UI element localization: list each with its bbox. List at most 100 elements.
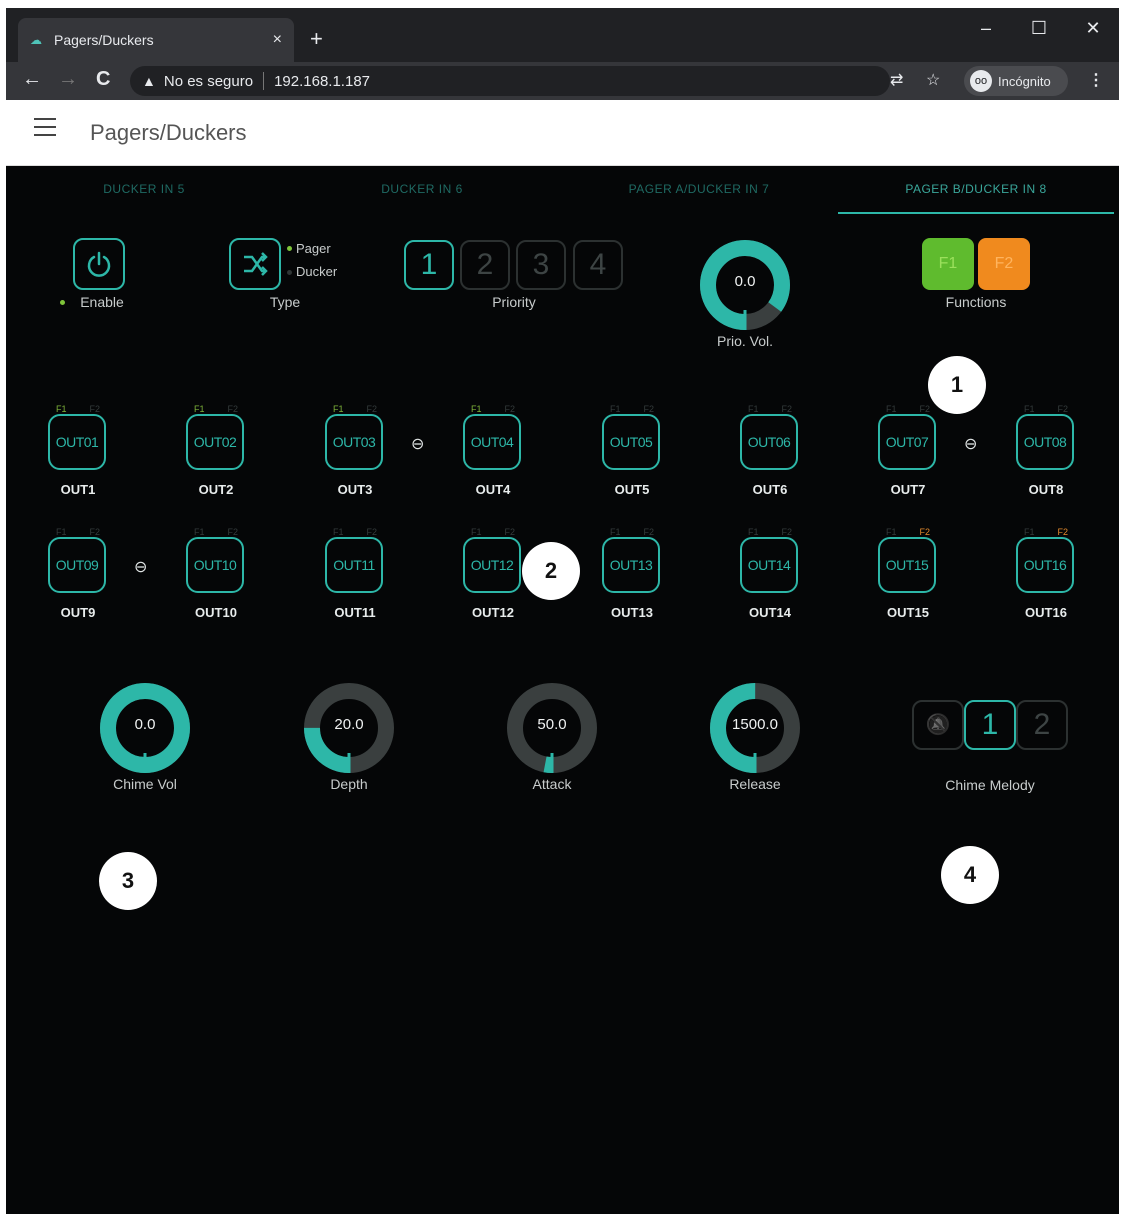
priority-1-button[interactable]: 1 (404, 240, 454, 290)
out9-label: OUT9 (60, 605, 96, 620)
tab-pager-b-ducker-in-8[interactable]: PAGER B/DUCKER IN 8 (838, 182, 1114, 196)
out8-label: OUT8 (1028, 482, 1064, 497)
tab-ducker-in-5[interactable]: DUCKER IN 5 (6, 182, 282, 196)
f1-button[interactable]: F1 (922, 238, 974, 290)
out11-button[interactable]: OUT11 (325, 537, 383, 593)
security-status: No es seguro (163, 72, 254, 90)
bell-off-icon: 🔕 (925, 714, 951, 736)
prio-vol-value: 0.0 (734, 273, 756, 290)
out1-button[interactable]: OUT01 (48, 414, 106, 470)
out8-f1-flag: F1 (1024, 404, 1035, 414)
out14-button[interactable]: OUT14 (740, 537, 798, 593)
url-text: 192.168.1.187 (274, 72, 371, 90)
priority-3-button[interactable]: 3 (516, 240, 566, 290)
type-label: Type (269, 294, 301, 310)
out11-f2-flag: F2 (366, 527, 377, 537)
out3-f1-flag: F1 (333, 404, 344, 414)
out16-f1-flag: F1 (1024, 527, 1035, 537)
out7-f2-flag: F2 (919, 404, 930, 414)
omnibox-divider (263, 72, 265, 90)
out9-button[interactable]: OUT09 (48, 537, 106, 593)
out9-f1-flag: F1 (56, 527, 67, 537)
tab-bar: DUCKER IN 5 DUCKER IN 6 PAGER A/DUCKER I… (6, 166, 1119, 216)
reload-button[interactable]: C (96, 68, 110, 91)
ducker-indicator-dot (287, 270, 292, 275)
out15-button[interactable]: OUT15 (878, 537, 936, 593)
prio-vol-knob[interactable]: 0.0 (698, 238, 792, 332)
tab-ducker-in-6[interactable]: DUCKER IN 6 (284, 182, 560, 196)
chime-vol-knob[interactable]: 0.0 Chime Vol (98, 681, 192, 792)
out16-label: OUT16 (1025, 605, 1067, 620)
chime-mute-button[interactable]: 🔕 (912, 700, 964, 750)
back-button[interactable]: ← (22, 68, 42, 91)
out4-label: OUT4 (475, 482, 511, 497)
chime-melody-1-button[interactable]: 1 (964, 700, 1016, 750)
browser-toolbar: ← → C ▲ No es seguro 192.168.1.187 ⇄ ☆ o… (6, 62, 1119, 100)
out10-button[interactable]: OUT10 (186, 537, 244, 593)
close-window-button[interactable]: ✕ (1078, 18, 1108, 39)
release-knob[interactable]: 1500.0 Release (708, 681, 802, 792)
out15-label: OUT15 (887, 605, 929, 620)
hamburger-menu-icon[interactable] (34, 118, 56, 136)
out14-f1-flag: F1 (748, 527, 759, 537)
tab-pager-a-ducker-in-7[interactable]: PAGER A/DUCKER IN 7 (561, 182, 837, 196)
out3-button[interactable]: OUT03 (325, 414, 383, 470)
pager-indicator-dot (287, 246, 292, 251)
out11-f1-flag: F1 (333, 527, 344, 537)
out5-button[interactable]: OUT05 (602, 414, 660, 470)
type-option-pager[interactable]: Pager (296, 241, 331, 256)
type-button[interactable] (229, 238, 281, 290)
tab-favicon-icon: ☁ (30, 33, 42, 47)
out4-button[interactable]: OUT04 (463, 414, 521, 470)
chime-melody-label: Chime Melody (945, 777, 1035, 793)
out3-f2-flag: F2 (366, 404, 377, 414)
out8-f2-flag: F2 (1057, 404, 1068, 414)
new-tab-button[interactable]: + (310, 26, 323, 52)
out15-f1-flag: F1 (886, 527, 897, 537)
out7-button[interactable]: OUT07 (878, 414, 936, 470)
chime-vol-label: Chime Vol (113, 776, 177, 792)
out10-label: OUT10 (195, 605, 237, 620)
depth-label: Depth (330, 776, 368, 792)
out13-button[interactable]: OUT13 (602, 537, 660, 593)
out8-button[interactable]: OUT08 (1016, 414, 1074, 470)
enable-button[interactable] (73, 238, 125, 290)
app-header: Pagers/Duckers (6, 100, 1119, 166)
bookmark-star-icon[interactable]: ☆ (926, 70, 940, 90)
incognito-badge[interactable]: oo Incógnito (964, 66, 1068, 96)
type-option-ducker[interactable]: Ducker (296, 264, 337, 279)
warning-icon: ▲ (142, 73, 156, 89)
priority-2-button[interactable]: 2 (460, 240, 510, 290)
link-out9-out10-icon[interactable]: ⊖ (134, 557, 147, 577)
active-tab-indicator (838, 212, 1114, 214)
link-out7-out8-icon[interactable]: ⊖ (964, 434, 977, 454)
priority-4-button[interactable]: 4 (573, 240, 623, 290)
out2-button[interactable]: OUT02 (186, 414, 244, 470)
attack-label: Attack (532, 776, 572, 792)
attack-knob[interactable]: 50.0 Attack (505, 681, 599, 792)
out6-button[interactable]: OUT06 (740, 414, 798, 470)
enable-label: Enable (80, 294, 124, 310)
forward-button[interactable]: → (58, 68, 78, 91)
out12-button[interactable]: OUT12 (463, 537, 521, 593)
prio-vol-label: Prio. Vol. (716, 333, 774, 349)
minimize-button[interactable]: – (971, 18, 1001, 39)
f2-button[interactable]: F2 (978, 238, 1030, 290)
link-out3-out4-icon[interactable]: ⊖ (411, 434, 424, 454)
out1-label: OUT1 (60, 482, 96, 497)
out6-label: OUT6 (752, 482, 788, 497)
chime-melody-2-button[interactable]: 2 (1016, 700, 1068, 750)
maximize-button[interactable]: ☐ (1024, 18, 1054, 39)
out5-f1-flag: F1 (610, 404, 621, 414)
address-bar[interactable]: ▲ No es seguro 192.168.1.187 (130, 66, 890, 96)
browser-menu-icon[interactable]: ⋮ (1088, 70, 1104, 90)
out12-f1-flag: F1 (471, 527, 482, 537)
tab-close-icon[interactable]: × (273, 31, 282, 49)
browser-tab[interactable]: ☁ Pagers/Duckers × (18, 18, 294, 62)
out4-f1-flag: F1 (471, 404, 482, 414)
out10-f2-flag: F2 (227, 527, 238, 537)
depth-knob[interactable]: 20.0 Depth (302, 681, 396, 792)
out2-label: OUT2 (198, 482, 234, 497)
out16-button[interactable]: OUT16 (1016, 537, 1074, 593)
translate-icon[interactable]: ⇄ (890, 70, 903, 90)
